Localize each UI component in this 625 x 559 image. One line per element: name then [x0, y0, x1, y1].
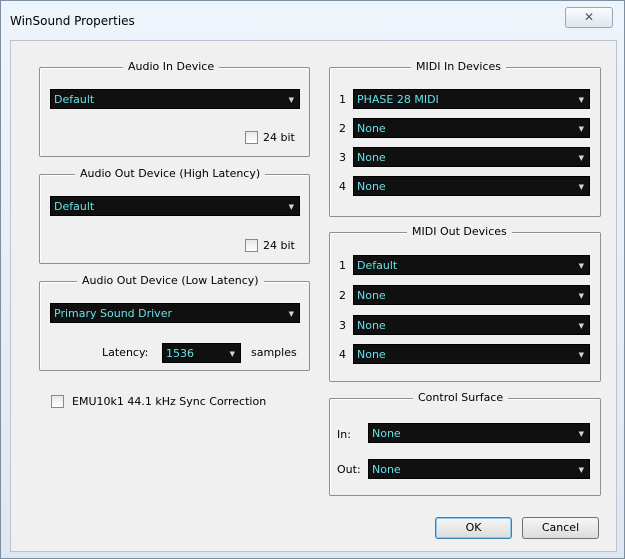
audio-in-24bit-checkbox[interactable]: [245, 131, 258, 144]
ok-button[interactable]: OK: [435, 517, 512, 539]
chevron-down-icon: ▼: [288, 310, 294, 318]
close-icon: ✕: [583, 10, 595, 24]
control-surface-group: Control Surface In: None ▼ Out: None ▼: [329, 391, 601, 496]
midi-out-row-number: 1: [339, 259, 346, 272]
cancel-button[interactable]: Cancel: [522, 517, 599, 539]
chevron-down-icon: ▼: [578, 96, 584, 104]
midi-in-2-select[interactable]: None ▼: [353, 118, 590, 138]
midi-in-4-value: None: [357, 180, 386, 193]
midi-out-4-value: None: [357, 348, 386, 361]
audio-out-high-group: Audio Out Device (High Latency) Default …: [39, 167, 310, 264]
control-surface-in-select[interactable]: None ▼: [368, 423, 590, 443]
audio-out-high-24bit-label: 24 bit: [263, 239, 295, 252]
audio-in-24bit-label: 24 bit: [263, 131, 295, 144]
midi-out-2-select[interactable]: None ▼: [353, 285, 590, 305]
chevron-down-icon: ▼: [578, 292, 584, 300]
audio-out-low-legend: Audio Out Device (Low Latency): [77, 274, 264, 288]
dialog-window: WinSound Properties ✕ Audio In Device De…: [0, 0, 625, 559]
control-surface-out-label: Out:: [337, 463, 361, 476]
audio-out-high-device-value: Default: [54, 200, 95, 213]
midi-in-4-select[interactable]: None ▼: [353, 176, 590, 196]
chevron-down-icon: ▼: [288, 96, 294, 104]
control-surface-out-value: None: [372, 463, 401, 476]
midi-in-row-number: 4: [339, 180, 346, 193]
midi-in-row-number: 2: [339, 122, 346, 135]
audio-out-high-24bit-checkbox[interactable]: [245, 239, 258, 252]
midi-in-3-select[interactable]: None ▼: [353, 147, 590, 167]
midi-out-row-number: 2: [339, 289, 346, 302]
midi-in-group: MIDI In Devices 1 PHASE 28 MIDI ▼ 2 None…: [329, 60, 601, 217]
midi-out-1-select[interactable]: Default ▼: [353, 255, 590, 275]
latency-value: 1536: [166, 347, 194, 360]
window-title: WinSound Properties: [10, 14, 135, 28]
control-surface-out-select[interactable]: None ▼: [368, 459, 590, 479]
midi-out-3-select[interactable]: None ▼: [353, 315, 590, 335]
chevron-down-icon: ▼: [229, 350, 235, 358]
latency-select[interactable]: 1536 ▼: [162, 343, 241, 363]
chevron-down-icon: ▼: [578, 183, 584, 191]
midi-in-row-number: 1: [339, 93, 346, 106]
midi-out-3-value: None: [357, 319, 386, 332]
audio-in-device-value: Default: [54, 93, 95, 106]
chevron-down-icon: ▼: [288, 203, 294, 211]
midi-in-legend: MIDI In Devices: [411, 60, 507, 74]
midi-in-row-number: 3: [339, 151, 346, 164]
chevron-down-icon: ▼: [578, 154, 584, 162]
audio-out-low-device-value: Primary Sound Driver: [54, 307, 172, 320]
chevron-down-icon: ▼: [578, 322, 584, 330]
close-button[interactable]: ✕: [565, 7, 613, 28]
control-surface-in-label: In:: [337, 428, 351, 441]
chevron-down-icon: ▼: [578, 262, 584, 270]
audio-out-high-device-select[interactable]: Default ▼: [50, 196, 300, 216]
midi-out-row-number: 4: [339, 348, 346, 361]
midi-in-1-select[interactable]: PHASE 28 MIDI ▼: [353, 89, 590, 109]
audio-in-device-select[interactable]: Default ▼: [50, 89, 300, 109]
control-surface-legend: Control Surface: [413, 391, 509, 405]
audio-in-group: Audio In Device Default ▼ 24 bit: [39, 60, 310, 157]
latency-label: Latency:: [102, 346, 149, 359]
sync-correction-checkbox[interactable]: [51, 395, 64, 408]
midi-out-group: MIDI Out Devices 1 Default ▼ 2 None ▼ 3 …: [329, 225, 601, 382]
sync-correction-label: EMU10k1 44.1 kHz Sync Correction: [72, 395, 267, 408]
chevron-down-icon: ▼: [578, 351, 584, 359]
midi-out-row-number: 3: [339, 319, 346, 332]
midi-in-2-value: None: [357, 122, 386, 135]
control-surface-in-value: None: [372, 427, 401, 440]
audio-out-low-group: Audio Out Device (Low Latency) Primary S…: [39, 274, 310, 371]
midi-in-3-value: None: [357, 151, 386, 164]
title-bar[interactable]: WinSound Properties ✕: [1, 1, 624, 37]
chevron-down-icon: ▼: [578, 125, 584, 133]
audio-out-high-legend: Audio Out Device (High Latency): [75, 167, 266, 181]
midi-out-legend: MIDI Out Devices: [407, 225, 512, 239]
audio-out-low-device-select[interactable]: Primary Sound Driver ▼: [50, 303, 300, 323]
chevron-down-icon: ▼: [578, 466, 584, 474]
midi-in-1-value: PHASE 28 MIDI: [357, 93, 439, 106]
midi-out-2-value: None: [357, 289, 386, 302]
dialog-client-area: Audio In Device Default ▼ 24 bit Audio O…: [10, 40, 617, 552]
samples-label: samples: [251, 346, 297, 359]
chevron-down-icon: ▼: [578, 430, 584, 438]
audio-in-legend: Audio In Device: [123, 60, 220, 74]
midi-out-4-select[interactable]: None ▼: [353, 344, 590, 364]
midi-out-1-value: Default: [357, 259, 398, 272]
